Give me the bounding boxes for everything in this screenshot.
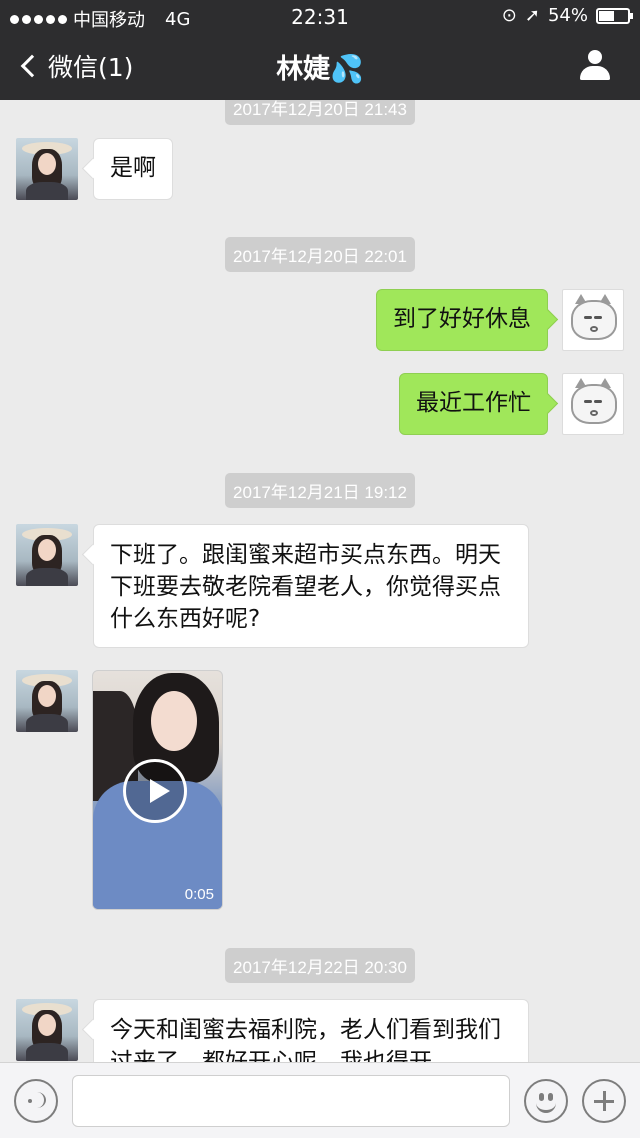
plus-icon[interactable] [582,1079,626,1123]
user-avatar[interactable] [562,373,624,435]
contact-info-icon[interactable] [580,50,610,80]
battery-percent: 54% [547,5,588,26]
video-duration: 0:05 [184,886,214,903]
play-icon[interactable] [123,759,187,823]
timestamp: 2017年12月20日 22:01 [0,237,640,272]
status-bar: 中国移动 4G 22:31 ⊙ ➚ 54% [0,0,640,34]
message-bubble[interactable]: 是啊 [93,138,173,200]
contact-avatar[interactable] [16,138,78,200]
contact-avatar[interactable] [16,670,78,732]
voice-icon[interactable] [14,1079,58,1123]
message-bubble[interactable]: 今天和闺蜜去福利院，老人们看到我们过来了，都好开心呢，我也得开 [93,999,529,1062]
emoji-icon[interactable] [524,1079,568,1123]
message-bubble[interactable]: 下班了。跟闺蜜来超市买点东西。明天下班要去敬老院看望老人，你觉得买点什么东西好呢… [93,524,529,648]
message-bubble[interactable]: 到了好好休息 [376,289,548,351]
location-icon: ➚ [524,5,540,26]
chat-title: 林婕💦 [0,47,640,86]
top-bar: 中国移动 4G 22:31 ⊙ ➚ 54% 微信(1) 林婕💦 [0,0,640,100]
user-avatar[interactable] [562,289,624,351]
rotation-lock-icon: ⊙ [501,5,517,26]
sweat-drops-emoji: 💦 [330,54,364,85]
contact-avatar[interactable] [16,524,78,586]
timestamp: 2017年12月22日 20:30 [0,948,640,983]
timestamp: 2017年12月21日 19:12 [0,473,640,508]
contact-name: 林婕 [276,54,331,85]
status-right: ⊙ ➚ 54% [501,5,633,26]
input-bar [0,1062,640,1138]
contact-avatar[interactable] [16,999,78,1061]
nav-bar: 微信(1) 林婕💦 [0,34,640,100]
message-input[interactable] [72,1075,510,1127]
timestamp: 2017年12月20日 21:43 [0,100,640,125]
battery-icon [596,7,633,24]
chat-area[interactable]: 2017年12月20日 21:43 是啊 2017年12月20日 22:01 到… [0,100,640,1062]
battery-fill [599,10,615,21]
video-message[interactable]: 0:05 [92,670,223,910]
message-bubble[interactable]: 最近工作忙 [399,373,548,435]
